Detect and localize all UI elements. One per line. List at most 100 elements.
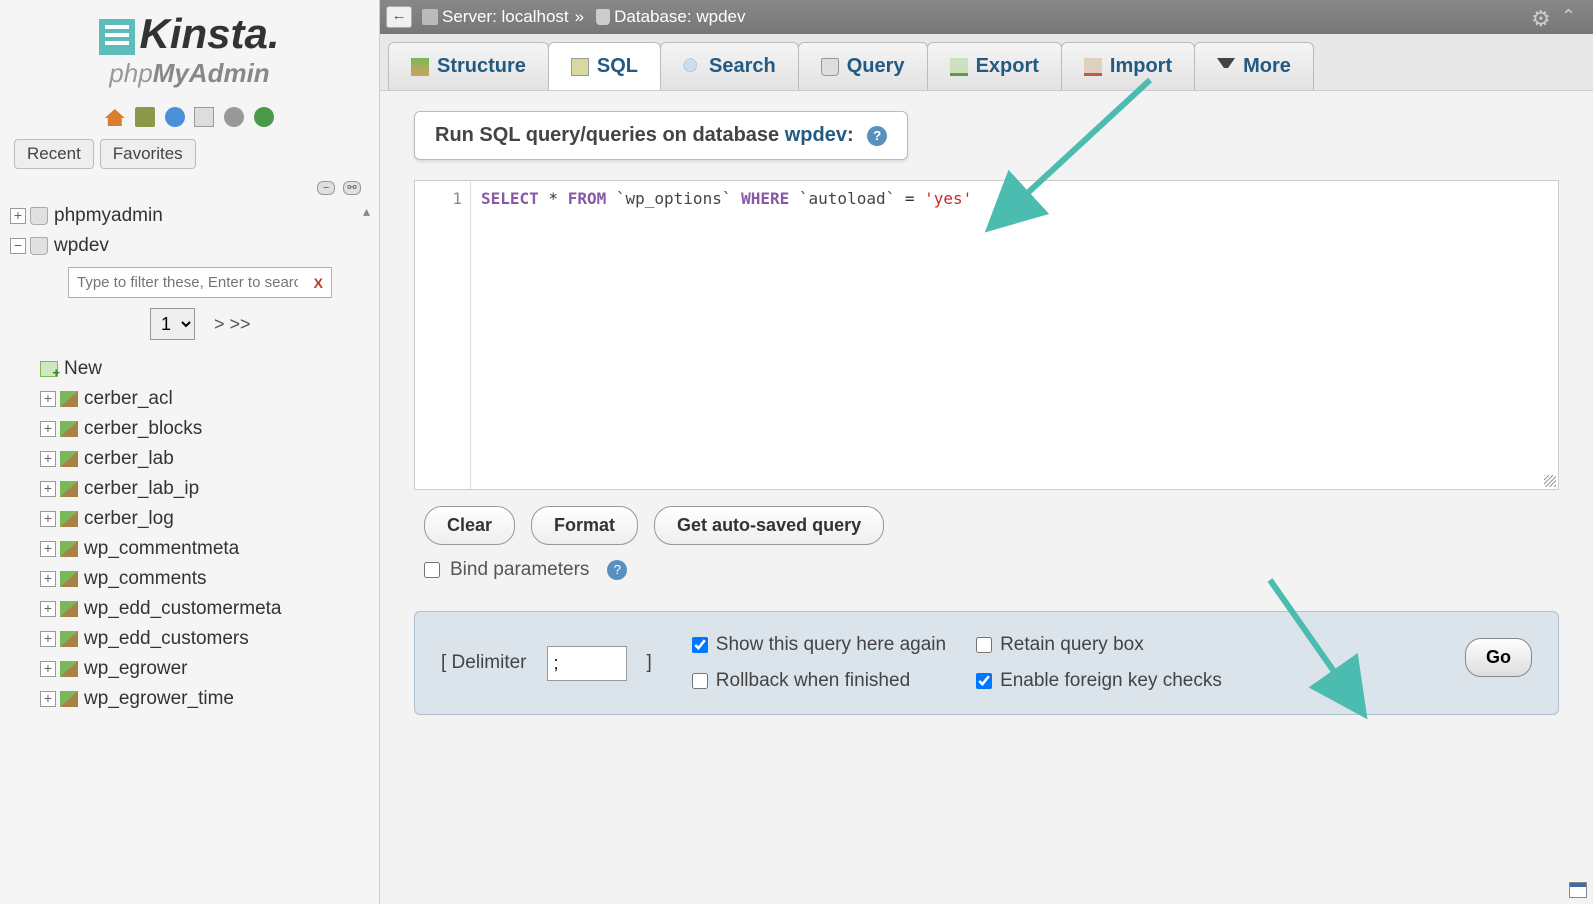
clear-button[interactable]: Clear xyxy=(424,506,515,545)
logout-icon[interactable] xyxy=(135,107,155,127)
table-row[interactable]: +cerber_log xyxy=(0,504,379,534)
table-icon xyxy=(60,571,78,587)
query-options: [ Delimiter ] Show this query here again… xyxy=(414,611,1559,715)
autosaved-button[interactable]: Get auto-saved query xyxy=(654,506,884,545)
scroll-up-icon[interactable]: ▴ xyxy=(363,203,377,217)
new-label: New xyxy=(64,358,102,380)
help-icon[interactable]: ? xyxy=(867,126,887,146)
recent-button[interactable]: Recent xyxy=(14,139,94,169)
logo-area: Kinsta. phpMyAdmin xyxy=(0,0,379,99)
expand-icon[interactable]: + xyxy=(40,631,56,647)
table-row[interactable]: + cerber_blocks xyxy=(0,414,379,444)
show-again-option[interactable]: Show this query here again xyxy=(692,634,946,656)
db-label: wpdev xyxy=(54,235,109,257)
table-icon xyxy=(60,691,78,707)
fk-checkbox[interactable] xyxy=(976,673,992,689)
table-label: wp_egrower xyxy=(84,658,188,680)
expand-icon[interactable]: + xyxy=(40,391,56,407)
table-row[interactable]: +cerber_acl xyxy=(0,384,379,414)
expand-icon[interactable]: + xyxy=(40,601,56,617)
table-row[interactable]: + wp_edd_customers xyxy=(0,624,379,654)
table-row[interactable]: +wp_edd_customermeta xyxy=(0,594,379,624)
sql-editor[interactable]: 1 SELECT * FROM `wp_options` WHERE `auto… xyxy=(414,180,1559,490)
db-tree: ▴ + phpmyadmin − wpdev X 1 > >> xyxy=(0,201,379,904)
docs-icon[interactable] xyxy=(165,107,185,127)
back-button[interactable]: ← xyxy=(386,6,412,28)
table-label: wp_comments xyxy=(84,568,207,590)
db-node-wpdev[interactable]: − wpdev xyxy=(0,231,379,261)
format-button[interactable]: Format xyxy=(531,506,638,545)
table-icon xyxy=(60,421,78,437)
table-row[interactable]: +cerber_lab xyxy=(0,444,379,474)
tab-search[interactable]: Search xyxy=(660,42,799,90)
collapse-icon[interactable]: − xyxy=(10,238,26,254)
expand-icon[interactable]: + xyxy=(40,421,56,437)
rollback-option[interactable]: Rollback when finished xyxy=(692,670,946,692)
table-row[interactable]: +wp_egrower_time xyxy=(0,684,379,714)
expand-icon[interactable]: + xyxy=(40,541,56,557)
db-node-phpmyadmin[interactable]: + phpmyadmin xyxy=(0,201,379,231)
chevron-up-icon[interactable]: ⌃ xyxy=(1561,6,1583,28)
table-row[interactable]: + wp_egrower xyxy=(0,654,379,684)
table-row[interactable]: + wp_comments xyxy=(0,564,379,594)
collapse-all-icon[interactable]: − xyxy=(317,181,335,195)
expand-icon[interactable]: + xyxy=(40,451,56,467)
filter-input[interactable] xyxy=(69,268,306,297)
tab-structure[interactable]: Structure xyxy=(388,42,549,90)
editor-code[interactable]: SELECT * FROM `wp_options` WHERE `autolo… xyxy=(471,181,1558,489)
content: Run SQL query/queries on database wpdev:… xyxy=(380,91,1593,904)
table-icon xyxy=(60,631,78,647)
table-row[interactable]: +wp_commentmeta xyxy=(0,534,379,564)
rollback-checkbox[interactable] xyxy=(692,673,708,689)
expand-icon[interactable]: + xyxy=(10,208,26,224)
expand-icon[interactable]: + xyxy=(40,571,56,587)
home-icon[interactable] xyxy=(105,107,125,127)
reload-icon[interactable] xyxy=(254,107,274,127)
expand-icon[interactable]: + xyxy=(40,691,56,707)
expand-icon[interactable]: + xyxy=(40,511,56,527)
pager-next[interactable]: > >> xyxy=(214,314,251,334)
retain-checkbox[interactable] xyxy=(976,637,992,653)
tab-more[interactable]: More xyxy=(1194,42,1314,90)
sidebar: Kinsta. phpMyAdmin Recent Favorites − ⚯ … xyxy=(0,0,380,904)
editor-gutter: 1 xyxy=(415,181,471,489)
tab-sql[interactable]: SQL xyxy=(548,42,661,90)
page-settings-icon[interactable]: ⚙ xyxy=(1531,6,1553,28)
query-icon xyxy=(821,58,839,76)
help-icon[interactable]: ? xyxy=(607,560,627,580)
search-icon xyxy=(683,58,701,76)
db-name[interactable]: wpdev xyxy=(696,7,745,27)
sql-icon xyxy=(571,58,589,76)
table-filter[interactable]: X xyxy=(68,267,332,298)
go-button[interactable]: Go xyxy=(1465,638,1532,677)
database-icon xyxy=(30,237,48,255)
bind-params-label: Bind parameters xyxy=(450,559,589,581)
fk-option[interactable]: Enable foreign key checks xyxy=(976,670,1222,692)
table-label: wp_edd_customers xyxy=(84,628,249,650)
bind-params-checkbox[interactable] xyxy=(424,562,440,578)
link-icon[interactable]: ⚯ xyxy=(343,181,361,195)
page-select[interactable]: 1 xyxy=(150,308,195,340)
tab-import[interactable]: Import xyxy=(1061,42,1195,90)
delimiter-input[interactable] xyxy=(547,646,627,681)
table-label: cerber_blocks xyxy=(84,418,202,440)
new-table-link[interactable]: New xyxy=(0,354,379,384)
chevron-down-icon xyxy=(1217,58,1235,76)
expand-icon[interactable]: + xyxy=(40,661,56,677)
tab-export[interactable]: Export xyxy=(927,42,1062,90)
retain-option[interactable]: Retain query box xyxy=(976,634,1222,656)
table-row[interactable]: + cerber_lab_ip xyxy=(0,474,379,504)
favorites-button[interactable]: Favorites xyxy=(100,139,196,169)
calendar-icon[interactable] xyxy=(1569,882,1587,898)
clear-filter-icon[interactable]: X xyxy=(306,275,331,291)
settings-icon[interactable] xyxy=(224,107,244,127)
table-label: cerber_lab_ip xyxy=(84,478,199,500)
server-name[interactable]: localhost xyxy=(502,7,569,27)
panel-db-link[interactable]: wpdev xyxy=(785,124,847,146)
table-icon xyxy=(60,601,78,617)
show-again-checkbox[interactable] xyxy=(692,637,708,653)
tab-query[interactable]: Query xyxy=(798,42,928,90)
expand-icon[interactable]: + xyxy=(40,481,56,497)
resize-handle-icon[interactable] xyxy=(1544,475,1556,487)
sql-docs-icon[interactable] xyxy=(194,107,214,127)
